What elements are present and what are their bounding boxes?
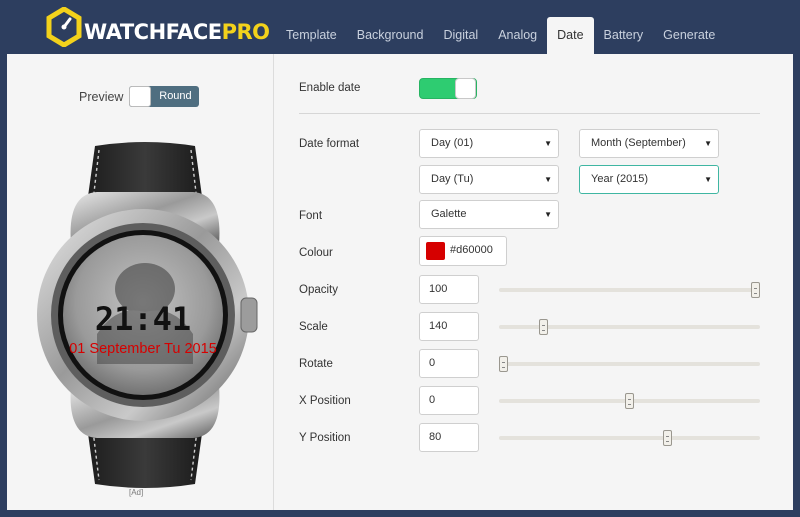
colour-picker[interactable]: #d60000 (419, 236, 507, 266)
day-number-select[interactable]: Day (01) ▼ (419, 129, 559, 158)
watch-logo-icon (46, 7, 82, 47)
colour-label: Colour (299, 247, 333, 259)
opacity-slider-thumb[interactable] (751, 282, 760, 298)
content-area: Preview Round 21:41 01 September Tu 2015… (7, 54, 793, 510)
day-name-select[interactable]: Day (Tu) ▼ (419, 165, 559, 194)
rotate-slider-thumb[interactable] (499, 356, 508, 372)
rotate-label: Rotate (299, 358, 333, 370)
colour-value: #d60000 (450, 244, 493, 256)
tab-generate[interactable]: Generate (653, 17, 725, 54)
watch-time: 21:41 (95, 300, 191, 338)
font-value: Galette (431, 208, 467, 220)
preview-panel: Preview Round 21:41 01 September Tu 2015… (7, 54, 274, 510)
year-value: Year (2015) (591, 173, 649, 185)
x-position-label: X Position (299, 395, 351, 407)
day-name-value: Day (Tu) (431, 173, 474, 185)
watch-crown (240, 297, 258, 333)
chevron-down-icon: ▼ (544, 210, 552, 219)
x-position-input[interactable]: 0 (419, 386, 479, 415)
preview-label: Preview (79, 89, 124, 104)
watch-date: 01 September Tu 2015 (69, 341, 217, 357)
date-format-label: Date format (299, 138, 360, 150)
month-value: Month (September) (591, 137, 686, 149)
y-position-input[interactable]: 80 (419, 423, 479, 452)
switch-knob[interactable] (455, 78, 476, 99)
brand-name: WATCHFACEPRO (84, 19, 270, 44)
shape-toggle[interactable]: Round (129, 86, 200, 107)
y-position-label: Y Position (299, 432, 351, 444)
scale-input[interactable]: 140 (419, 312, 479, 341)
colour-swatch[interactable] (426, 242, 445, 260)
chevron-down-icon: ▼ (544, 139, 552, 148)
month-select[interactable]: Month (September) ▼ (579, 129, 719, 158)
chevron-down-icon: ▼ (704, 139, 712, 148)
shape-toggle-knob[interactable] (129, 86, 152, 107)
x-position-slider-thumb[interactable] (625, 393, 634, 409)
enable-date-switch[interactable] (419, 78, 477, 99)
shape-toggle-label: Round (159, 90, 192, 102)
opacity-input[interactable]: 100 (419, 275, 479, 304)
watch-preview: 21:41 01 September Tu 2015 (37, 142, 258, 488)
ad-note: [Ad] (129, 488, 144, 497)
y-position-slider[interactable] (499, 430, 760, 446)
scale-slider-thumb[interactable] (539, 319, 548, 335)
font-label: Font (299, 210, 323, 222)
brand-logo[interactable]: WATCHFACEPRO (46, 6, 270, 48)
rotate-slider[interactable] (499, 356, 760, 372)
chevron-down-icon: ▼ (704, 175, 712, 184)
scale-label: Scale (299, 321, 328, 333)
opacity-slider[interactable] (499, 282, 760, 298)
main-nav: Template Background Digital Analog Date … (276, 17, 725, 54)
scale-slider[interactable] (499, 319, 760, 335)
tab-date[interactable]: Date (547, 17, 594, 54)
y-position-slider-thumb[interactable] (663, 430, 672, 446)
rotate-input[interactable]: 0 (419, 349, 479, 378)
year-select[interactable]: Year (2015) ▼ (579, 165, 719, 194)
opacity-label: Opacity (299, 284, 338, 296)
tab-template[interactable]: Template (276, 17, 347, 54)
tab-digital[interactable]: Digital (433, 17, 488, 54)
date-settings-panel: Enable date Date format Day (01) ▼ Month … (275, 54, 793, 510)
x-position-slider[interactable] (499, 393, 760, 409)
tab-analog[interactable]: Analog (488, 17, 547, 54)
chevron-down-icon: ▼ (544, 175, 552, 184)
font-select[interactable]: Galette ▼ (419, 200, 559, 229)
day-number-value: Day (01) (431, 137, 474, 149)
tab-battery[interactable]: Battery (594, 17, 654, 54)
divider (299, 113, 760, 114)
tab-background[interactable]: Background (347, 17, 434, 54)
top-header: WATCHFACEPRO Template Background Digital… (0, 0, 800, 54)
enable-date-label: Enable date (299, 82, 361, 94)
preview-row: Preview Round (79, 86, 200, 107)
